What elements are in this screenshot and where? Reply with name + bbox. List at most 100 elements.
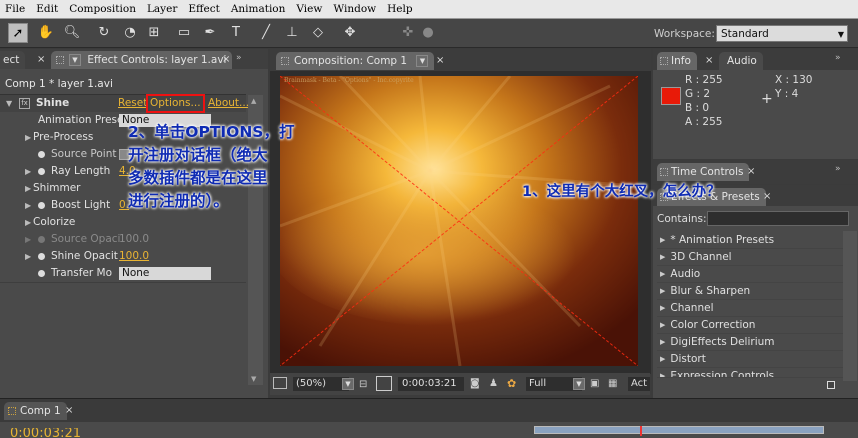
- list-item[interactable]: Color Correction: [657, 317, 843, 334]
- puppet-pin-tool-icon[interactable]: ✥: [340, 23, 360, 43]
- about-link[interactable]: About...: [208, 95, 249, 112]
- close-icon[interactable]: ×: [747, 166, 755, 177]
- axis-mode-icon[interactable]: ✜: [398, 23, 418, 43]
- color-channels-icon[interactable]: ✿: [507, 377, 516, 390]
- contains-label: Contains:: [657, 213, 707, 225]
- safe-zones-icon[interactable]: ⊟: [359, 379, 367, 390]
- scroll-up-icon[interactable]: ▲: [251, 97, 256, 105]
- brush-tool-icon[interactable]: ╱: [256, 23, 276, 43]
- menu-help[interactable]: Help: [382, 3, 418, 15]
- hand-tool-icon[interactable]: ✋: [36, 23, 56, 43]
- stopwatch-icon[interactable]: [38, 270, 45, 277]
- tab-timeline-comp[interactable]: Comp 1: [4, 402, 67, 420]
- tab-info[interactable]: Info: [657, 52, 697, 70]
- menu-window[interactable]: Window: [328, 3, 382, 15]
- eraser-tool-icon[interactable]: ◇: [308, 23, 328, 43]
- twirl-closed-icon: ▶: [25, 235, 32, 244]
- close-icon[interactable]: ×: [436, 55, 444, 66]
- rotation-tool-icon[interactable]: ↻: [94, 23, 114, 43]
- twirl-closed-icon[interactable]: ▶: [25, 180, 31, 197]
- list-item[interactable]: Blur & Sharpen: [657, 283, 843, 300]
- chevron-down-icon[interactable]: ▼: [69, 54, 81, 66]
- effect-name: Shine: [36, 97, 70, 109]
- options-link[interactable]: Options...: [146, 94, 205, 113]
- transfer-mode-select[interactable]: None: [119, 267, 211, 280]
- twirl-open-icon[interactable]: ▼: [6, 95, 12, 112]
- selection-tool-icon[interactable]: ➚: [8, 23, 28, 43]
- twirl-closed-icon[interactable]: ▶: [25, 129, 31, 146]
- stopwatch-icon[interactable]: [38, 168, 45, 175]
- list-item[interactable]: Distort: [657, 351, 843, 368]
- panel-grip-icon: [660, 57, 668, 65]
- close-icon[interactable]: ×: [763, 191, 771, 202]
- scroll-down-icon[interactable]: ▼: [251, 375, 256, 383]
- list-item[interactable]: DigiEffects Delirium: [657, 334, 843, 351]
- menu-file[interactable]: File: [0, 3, 31, 15]
- menu-composition[interactable]: Composition: [64, 3, 142, 15]
- snapshot-icon[interactable]: [273, 377, 287, 389]
- stopwatch-icon[interactable]: [38, 202, 45, 209]
- close-icon[interactable]: ×: [705, 55, 713, 66]
- chevron-down-icon[interactable]: ▼: [416, 55, 429, 67]
- current-time-field[interactable]: 0:00:03:21: [398, 377, 464, 391]
- reset-link[interactable]: Reset: [118, 95, 147, 112]
- twirl-closed-icon[interactable]: ▶: [25, 163, 31, 180]
- menu-animation[interactable]: Animation: [226, 3, 292, 15]
- transparency-grid-icon[interactable]: ▦: [608, 378, 617, 389]
- new-folder-icon[interactable]: [827, 381, 835, 389]
- list-item[interactable]: * Animation Presets: [657, 232, 843, 249]
- color-swatch: [661, 87, 681, 105]
- clone-stamp-tool-icon[interactable]: ⊥: [282, 23, 302, 43]
- param-label: Pre-Process: [33, 131, 94, 143]
- time-navigator[interactable]: [534, 426, 824, 436]
- list-item[interactable]: Expression Controls: [657, 368, 843, 378]
- zoom-select[interactable]: (50%): [293, 377, 349, 391]
- list-item[interactable]: Audio: [657, 266, 843, 283]
- list-item[interactable]: Channel: [657, 300, 843, 317]
- chevron-down-icon[interactable]: ▼: [573, 378, 585, 390]
- workspace-select[interactable]: Standard: [716, 25, 848, 43]
- region-of-interest-icon[interactable]: ▣: [590, 378, 599, 389]
- scrollbar[interactable]: [843, 231, 857, 381]
- close-icon[interactable]: ×: [37, 54, 45, 65]
- effects-search-input[interactable]: [707, 211, 849, 226]
- close-icon[interactable]: ×: [65, 405, 73, 416]
- info-x: X : 130: [775, 74, 813, 86]
- fx-icon[interactable]: fx: [19, 98, 30, 109]
- tab-time-controls-label: Time Controls: [671, 166, 744, 178]
- tab-effect-controls[interactable]: ▼ Effect Controls: layer 1.avi: [51, 51, 233, 69]
- tab-composition[interactable]: Composition: Comp 1 ▼: [276, 52, 435, 70]
- menu-edit[interactable]: Edit: [31, 3, 64, 15]
- shine-opacity-value[interactable]: 100.0: [119, 248, 149, 265]
- pen-tool-icon[interactable]: ✒: [200, 23, 220, 43]
- menu-effect[interactable]: Effect: [183, 3, 225, 15]
- active-camera-select[interactable]: Act: [628, 377, 650, 391]
- stopwatch-icon[interactable]: [38, 253, 45, 260]
- text-tool-icon[interactable]: T: [226, 23, 246, 43]
- menu-view[interactable]: View: [291, 3, 328, 15]
- orbit-camera-tool-icon[interactable]: ◔: [120, 23, 140, 43]
- twirl-closed-icon[interactable]: ▶: [25, 214, 31, 231]
- stopwatch-icon[interactable]: [38, 151, 45, 158]
- chevron-down-icon[interactable]: ▼: [342, 378, 354, 390]
- menu-layer[interactable]: Layer: [142, 3, 183, 15]
- twirl-closed-icon[interactable]: ▶: [25, 248, 31, 265]
- panel-menu-icon[interactable]: »: [835, 164, 841, 174]
- tab-time-controls[interactable]: Time Controls: [657, 163, 750, 181]
- tab-left-truncated[interactable]: ect: [0, 51, 26, 69]
- zoom-tool-icon[interactable]: 🔍︎: [62, 23, 82, 43]
- panel-menu-icon[interactable]: »: [835, 53, 841, 63]
- world-axis-icon[interactable]: ●: [418, 23, 438, 43]
- composition-viewer[interactable]: Brainmask - Beta - "Options" - Inc.copyr…: [280, 76, 638, 366]
- panel-menu-icon[interactable]: »: [236, 53, 242, 63]
- rectangle-mask-tool-icon[interactable]: ▭: [174, 23, 194, 43]
- tab-audio[interactable]: Audio: [719, 52, 763, 70]
- twirl-closed-icon[interactable]: ▶: [25, 197, 31, 214]
- pan-behind-tool-icon[interactable]: ⊞: [144, 23, 164, 43]
- list-item[interactable]: 3D Channel: [657, 249, 843, 266]
- mask-visibility-icon[interactable]: [376, 376, 392, 391]
- annotation-line: 2、单击OPTIONS，打: [128, 123, 295, 141]
- camera-icon[interactable]: ◙: [470, 378, 480, 389]
- show-channel-icon[interactable]: ♟: [489, 378, 498, 389]
- close-icon[interactable]: ×: [222, 54, 230, 65]
